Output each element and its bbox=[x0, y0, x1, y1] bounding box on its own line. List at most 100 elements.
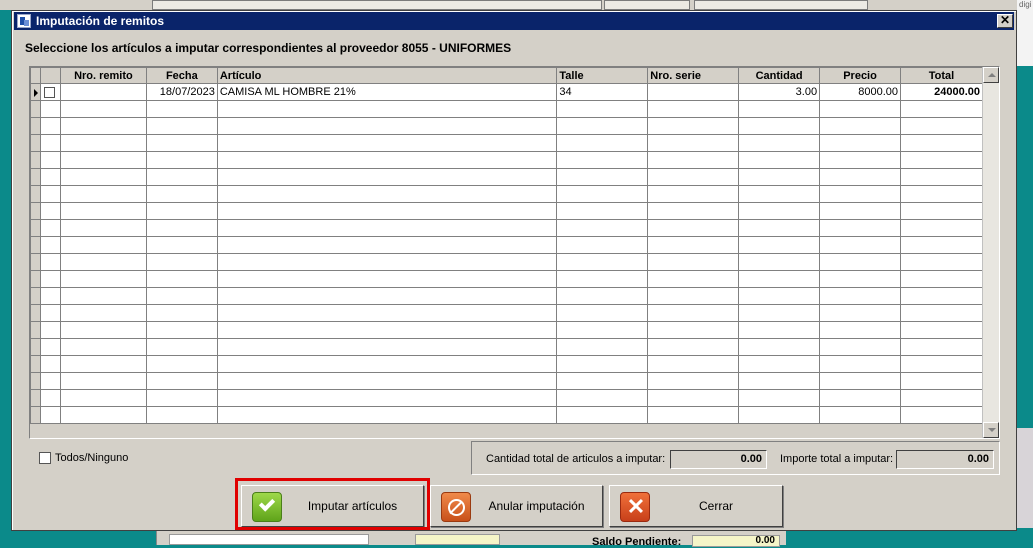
empty-cell[interactable] bbox=[556, 134, 649, 152]
empty-cell[interactable] bbox=[39, 202, 61, 220]
empty-table-row[interactable] bbox=[30, 389, 984, 407]
empty-table-row[interactable] bbox=[30, 304, 984, 322]
empty-cell[interactable] bbox=[899, 389, 984, 407]
empty-cell[interactable] bbox=[556, 355, 649, 373]
empty-cell[interactable] bbox=[39, 219, 61, 237]
empty-cell[interactable] bbox=[899, 202, 984, 220]
scroll-down-button[interactable] bbox=[983, 422, 999, 438]
empty-cell[interactable] bbox=[738, 236, 821, 254]
empty-cell[interactable] bbox=[738, 202, 821, 220]
empty-cell[interactable] bbox=[216, 168, 558, 186]
empty-cell[interactable] bbox=[39, 321, 61, 339]
empty-cell[interactable] bbox=[145, 406, 218, 424]
empty-cell[interactable] bbox=[556, 236, 649, 254]
column-header-fecha[interactable]: Fecha bbox=[145, 67, 218, 84]
empty-table-row[interactable] bbox=[30, 168, 984, 186]
empty-cell[interactable] bbox=[899, 168, 984, 186]
empty-table-row[interactable] bbox=[30, 253, 984, 271]
cell-articulo[interactable]: CAMISA ML HOMBRE 21% bbox=[216, 83, 558, 101]
empty-cell[interactable] bbox=[819, 304, 901, 322]
empty-cell[interactable] bbox=[647, 202, 740, 220]
empty-cell[interactable] bbox=[738, 134, 821, 152]
empty-cell[interactable] bbox=[899, 253, 984, 271]
empty-cell[interactable] bbox=[738, 168, 821, 186]
empty-cell[interactable] bbox=[647, 304, 740, 322]
empty-cell[interactable] bbox=[819, 236, 901, 254]
empty-cell[interactable] bbox=[647, 151, 740, 169]
empty-cell[interactable] bbox=[899, 117, 984, 135]
empty-cell[interactable] bbox=[556, 287, 649, 305]
empty-cell[interactable] bbox=[59, 219, 147, 237]
empty-cell[interactable] bbox=[738, 389, 821, 407]
empty-cell[interactable] bbox=[59, 134, 147, 152]
empty-cell[interactable] bbox=[738, 406, 821, 424]
empty-cell[interactable] bbox=[556, 100, 649, 118]
empty-cell[interactable] bbox=[899, 321, 984, 339]
empty-cell[interactable] bbox=[647, 117, 740, 135]
empty-cell[interactable] bbox=[819, 338, 901, 356]
empty-cell[interactable] bbox=[647, 134, 740, 152]
empty-cell[interactable] bbox=[899, 372, 984, 390]
empty-cell[interactable] bbox=[39, 151, 61, 169]
cell-talle[interactable]: 34 bbox=[556, 83, 649, 101]
empty-cell[interactable] bbox=[145, 253, 218, 271]
empty-cell[interactable] bbox=[819, 151, 901, 169]
empty-cell[interactable] bbox=[647, 270, 740, 288]
empty-cell[interactable] bbox=[59, 287, 147, 305]
empty-cell[interactable] bbox=[738, 287, 821, 305]
empty-cell[interactable] bbox=[738, 117, 821, 135]
empty-cell[interactable] bbox=[216, 287, 558, 305]
close-icon[interactable]: ✕ bbox=[997, 14, 1013, 28]
empty-table-row[interactable] bbox=[30, 100, 984, 118]
empty-cell[interactable] bbox=[216, 304, 558, 322]
empty-cell[interactable] bbox=[647, 389, 740, 407]
row-select-cell[interactable] bbox=[39, 83, 61, 101]
table-row[interactable]: 18/07/2023 CAMISA ML HOMBRE 21% 34 3.00 … bbox=[30, 83, 984, 101]
empty-cell[interactable] bbox=[647, 168, 740, 186]
imputar-articulos-button[interactable]: Imputar artículos bbox=[241, 485, 424, 527]
empty-cell[interactable] bbox=[819, 372, 901, 390]
empty-cell[interactable] bbox=[738, 100, 821, 118]
empty-cell[interactable] bbox=[216, 134, 558, 152]
empty-table-row[interactable] bbox=[30, 406, 984, 424]
empty-cell[interactable] bbox=[647, 100, 740, 118]
empty-cell[interactable] bbox=[556, 406, 649, 424]
empty-cell[interactable] bbox=[59, 304, 147, 322]
column-header-precio[interactable]: Precio bbox=[819, 67, 901, 84]
empty-cell[interactable] bbox=[59, 253, 147, 271]
empty-cell[interactable] bbox=[216, 355, 558, 373]
empty-cell[interactable] bbox=[59, 270, 147, 288]
empty-cell[interactable] bbox=[819, 202, 901, 220]
row-checkbox[interactable] bbox=[43, 87, 55, 98]
empty-cell[interactable] bbox=[216, 389, 558, 407]
column-header-cantidad[interactable]: Cantidad bbox=[738, 67, 821, 84]
empty-cell[interactable] bbox=[738, 151, 821, 169]
empty-cell[interactable] bbox=[556, 253, 649, 271]
empty-cell[interactable] bbox=[59, 372, 147, 390]
empty-cell[interactable] bbox=[819, 117, 901, 135]
cell-cantidad[interactable]: 3.00 bbox=[738, 83, 821, 101]
empty-cell[interactable] bbox=[145, 134, 218, 152]
empty-table-row[interactable] bbox=[30, 355, 984, 373]
empty-table-row[interactable] bbox=[30, 185, 984, 203]
empty-cell[interactable] bbox=[819, 321, 901, 339]
empty-cell[interactable] bbox=[145, 236, 218, 254]
cerrar-button[interactable]: ✕ Cerrar bbox=[609, 485, 783, 527]
empty-cell[interactable] bbox=[899, 134, 984, 152]
empty-cell[interactable] bbox=[899, 338, 984, 356]
empty-cell[interactable] bbox=[647, 372, 740, 390]
empty-cell[interactable] bbox=[738, 372, 821, 390]
empty-cell[interactable] bbox=[59, 202, 147, 220]
empty-table-row[interactable] bbox=[30, 134, 984, 152]
empty-table-row[interactable] bbox=[30, 338, 984, 356]
column-header-nro-serie[interactable]: Nro. serie bbox=[647, 67, 740, 84]
empty-cell[interactable] bbox=[899, 151, 984, 169]
empty-cell[interactable] bbox=[556, 117, 649, 135]
empty-cell[interactable] bbox=[216, 372, 558, 390]
empty-cell[interactable] bbox=[738, 304, 821, 322]
empty-cell[interactable] bbox=[39, 168, 61, 186]
empty-cell[interactable] bbox=[899, 236, 984, 254]
empty-cell[interactable] bbox=[145, 202, 218, 220]
column-header-total[interactable]: Total bbox=[899, 67, 984, 84]
empty-table-row[interactable] bbox=[30, 151, 984, 169]
